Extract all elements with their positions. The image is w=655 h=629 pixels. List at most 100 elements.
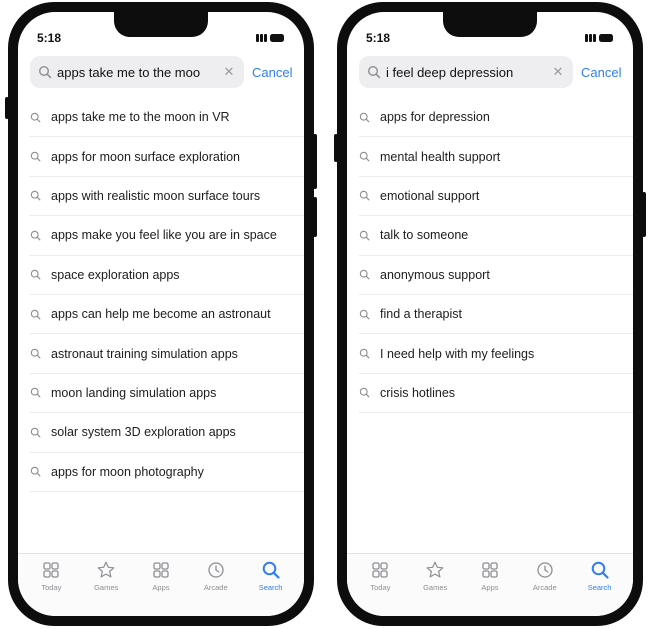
- clear-icon[interactable]: ✕: [551, 64, 565, 80]
- notch: [114, 12, 208, 37]
- suggestion-item[interactable]: moon landing simulation apps: [30, 374, 304, 414]
- today-icon: [43, 562, 60, 578]
- search-input[interactable]: apps take me to the moo ✕: [30, 56, 244, 88]
- tab-today[interactable]: Today: [27, 554, 75, 616]
- tab-search[interactable]: Search: [247, 554, 295, 616]
- cancel-button[interactable]: Cancel: [252, 65, 292, 80]
- suggestion-item[interactable]: mental health support: [359, 137, 633, 177]
- search-icon: [359, 112, 370, 123]
- search-icon: [367, 65, 381, 79]
- suggestion-item[interactable]: space exploration apps: [30, 256, 304, 295]
- tab-search[interactable]: Search: [576, 554, 624, 616]
- suggestion-item[interactable]: apps make you feel like you are in space: [30, 216, 304, 256]
- tab-label: Arcade: [203, 583, 228, 592]
- search-icon: [591, 561, 609, 579]
- suggestion-item[interactable]: apps with realistic moon surface tours: [30, 177, 304, 217]
- suggestion-item[interactable]: apps can help me become an astronaut: [30, 295, 304, 335]
- star-icon: [97, 561, 115, 578]
- suggestion-label: apps can help me become an astronaut: [51, 307, 271, 322]
- suggestion-label: apps take me to the moon in VR: [51, 110, 230, 125]
- suggestion-label: apps make you feel like you are in space: [51, 228, 277, 243]
- suggestion-list: apps for depression mental health suppor…: [359, 98, 633, 414]
- today-icon: [372, 562, 389, 578]
- tab-apps[interactable]: Apps: [466, 554, 514, 616]
- search-icon: [30, 270, 41, 280]
- notch: [443, 12, 537, 37]
- search-icon: [30, 466, 41, 477]
- arcade-icon: [208, 562, 224, 578]
- suggestion-item[interactable]: apps take me to the moon in VR: [30, 98, 304, 138]
- tab-label: Apps: [481, 583, 499, 592]
- suggestion-item[interactable]: solar system 3D exploration apps: [30, 413, 304, 453]
- status-time: 5:18: [37, 31, 62, 45]
- tab-arcade[interactable]: Arcade: [192, 554, 240, 616]
- tab-label: Games: [423, 583, 448, 592]
- star-icon: [426, 561, 444, 578]
- tab-bar: Today Games Apps Arcade Search: [18, 553, 304, 616]
- side-button: [334, 134, 338, 162]
- suggestion-item[interactable]: apps for depression: [359, 98, 633, 138]
- arcade-icon: [537, 562, 553, 578]
- suggestion-label: apps for moon surface exploration: [51, 149, 240, 164]
- suggestion-item[interactable]: astronaut training simulation apps: [30, 334, 304, 374]
- status-icons: [585, 34, 613, 42]
- battery-icon: [599, 34, 613, 42]
- search-icon: [38, 65, 52, 79]
- suggestion-label: talk to someone: [380, 228, 469, 243]
- side-button: [642, 192, 646, 237]
- suggestion-label: solar system 3D exploration apps: [51, 425, 236, 440]
- signal-icon: [256, 34, 267, 42]
- screen: 5:18 apps take me to the moo ✕ Cancel ap…: [18, 12, 304, 616]
- phone-left: 5:18 apps take me to the moo ✕ Cancel ap…: [5, 2, 317, 626]
- side-button: [313, 197, 317, 237]
- clear-icon[interactable]: ✕: [222, 64, 236, 80]
- search-icon: [359, 191, 370, 201]
- tab-label: Apps: [152, 583, 170, 592]
- suggestion-item[interactable]: talk to someone: [359, 216, 633, 256]
- suggestion-item[interactable]: find a therapist: [359, 295, 633, 335]
- tab-label: Today: [41, 583, 62, 592]
- suggestion-label: emotional support: [380, 188, 480, 203]
- search-icon: [30, 230, 41, 241]
- search-icon: [30, 427, 41, 438]
- suggestion-label: apps for depression: [380, 110, 490, 125]
- suggestion-item[interactable]: apps for moon surface exploration: [30, 137, 304, 177]
- search-icon: [262, 561, 280, 579]
- tab-games[interactable]: Games: [411, 554, 459, 616]
- suggestion-label: astronaut training simulation apps: [51, 346, 238, 361]
- tab-games[interactable]: Games: [82, 554, 130, 616]
- suggestion-item[interactable]: apps for moon photography: [30, 453, 304, 492]
- tab-label: Today: [370, 583, 391, 592]
- suggestion-label: find a therapist: [380, 307, 462, 322]
- apps-grid-icon: [482, 562, 498, 578]
- tab-label: Search: [258, 583, 283, 592]
- search-bar: apps take me to the moo ✕ Cancel: [30, 55, 294, 89]
- battery-icon: [270, 34, 284, 42]
- search-query: i feel deep depression: [386, 64, 514, 80]
- tab-today[interactable]: Today: [356, 554, 404, 616]
- search-query: apps take me to the moo: [57, 64, 201, 80]
- tab-label: Games: [94, 583, 119, 592]
- tab-apps[interactable]: Apps: [137, 554, 185, 616]
- tab-label: Arcade: [532, 583, 557, 592]
- suggestion-label: anonymous support: [380, 267, 490, 282]
- cancel-button[interactable]: Cancel: [581, 65, 621, 80]
- suggestion-list: apps take me to the moon in VR apps for …: [30, 98, 304, 492]
- status-time: 5:18: [366, 31, 391, 45]
- suggestion-item[interactable]: I need help with my feelings: [359, 334, 633, 374]
- search-icon: [30, 112, 41, 123]
- search-icon: [359, 151, 370, 162]
- suggestion-item[interactable]: crisis hotlines: [359, 374, 633, 414]
- suggestion-label: mental health support: [380, 149, 501, 164]
- tab-arcade[interactable]: Arcade: [521, 554, 569, 616]
- search-icon: [359, 270, 370, 280]
- search-icon: [359, 348, 370, 359]
- search-input[interactable]: i feel deep depression ✕: [359, 56, 573, 88]
- search-icon: [359, 388, 370, 398]
- tab-label: Search: [587, 583, 612, 592]
- suggestion-item[interactable]: anonymous support: [359, 256, 633, 295]
- search-bar: i feel deep depression ✕ Cancel: [359, 55, 623, 89]
- suggestion-label: crisis hotlines: [380, 385, 456, 400]
- phone-right: 5:18 i feel deep depression ✕ Cancel app…: [334, 2, 646, 626]
- suggestion-item[interactable]: emotional support: [359, 177, 633, 217]
